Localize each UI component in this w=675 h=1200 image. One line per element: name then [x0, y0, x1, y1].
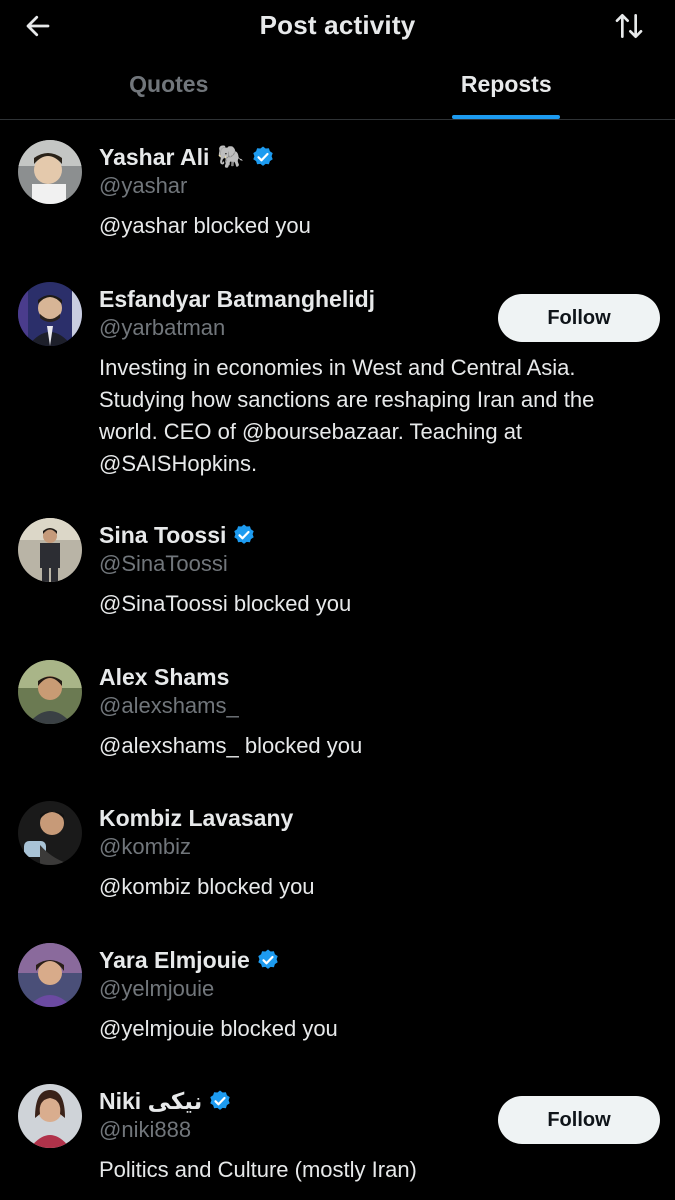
user-bio: @SinaToossi blocked you [99, 591, 352, 616]
verified-badge-icon [208, 1089, 232, 1113]
tab-quotes[interactable]: Quotes [0, 58, 338, 119]
user-handle[interactable]: @yelmjouie [99, 976, 214, 1002]
user-handle[interactable]: @yarbatman [99, 315, 225, 341]
avatar[interactable] [18, 518, 82, 582]
user-handle[interactable]: @alexshams_ [99, 693, 239, 719]
name-row: Yashar Ali 🐘 [99, 140, 275, 174]
user-handle[interactable]: @kombiz [99, 834, 191, 860]
verified-badge-icon [256, 948, 280, 972]
name-row: Yara Elmjouie [99, 943, 280, 977]
user-bio: Investing in economies in West and Centr… [99, 355, 595, 476]
avatar[interactable] [18, 660, 82, 724]
avatar[interactable] [18, 1084, 82, 1148]
name-row: Niki نیکی [99, 1084, 232, 1118]
verified-badge-icon [232, 523, 256, 547]
user-name[interactable]: Alex Shams [99, 664, 229, 691]
user-name[interactable]: Kombiz Lavasany [99, 805, 293, 832]
user-bio: @yelmjouie blocked you [99, 1016, 338, 1041]
active-tab-indicator [452, 115, 561, 119]
sort-arrows-icon [613, 10, 645, 47]
name-row: Kombiz Lavasany [99, 801, 293, 835]
tab-quotes-label: Quotes [129, 71, 209, 97]
user-handle[interactable]: @yashar [99, 173, 187, 199]
user-name[interactable]: Yashar Ali [99, 144, 209, 171]
avatar[interactable] [18, 140, 82, 204]
header-bar: Post activity [0, 0, 675, 56]
user-bio: @yashar blocked you [99, 213, 311, 238]
user-handle[interactable]: @SinaToossi [99, 551, 228, 577]
elephant-emoji: 🐘 [217, 144, 245, 169]
tab-reposts[interactable]: Reposts [338, 58, 675, 119]
tab-reposts-label: Reposts [460, 71, 552, 97]
user-name[interactable]: Yara Elmjouie [99, 947, 250, 974]
avatar[interactable] [18, 943, 82, 1007]
verified-badge-icon [251, 145, 275, 169]
name-row: Esfandyar Batmanghelidj [99, 282, 375, 316]
avatar[interactable] [18, 801, 82, 865]
user-name[interactable]: Sina Toossi [99, 522, 226, 549]
name-row: Sina Toossi [99, 518, 256, 552]
user-name[interactable]: Niki نیکی [99, 1088, 202, 1115]
user-bio: Politics and Culture (mostly Iran) [99, 1157, 417, 1182]
user-name[interactable]: Esfandyar Batmanghelidj [99, 286, 375, 313]
follow-button[interactable]: Follow [498, 1096, 660, 1144]
tab-bar: Quotes Reposts [0, 58, 675, 120]
avatar[interactable] [18, 282, 82, 346]
user-bio: @alexshams_ blocked you [99, 733, 363, 758]
follow-button[interactable]: Follow [498, 294, 660, 342]
sort-button[interactable] [609, 8, 649, 48]
name-row: Alex Shams [99, 660, 229, 694]
user-bio: @kombiz blocked you [99, 874, 315, 899]
user-handle[interactable]: @niki888 [99, 1117, 191, 1143]
page-title: Post activity [259, 10, 416, 40]
